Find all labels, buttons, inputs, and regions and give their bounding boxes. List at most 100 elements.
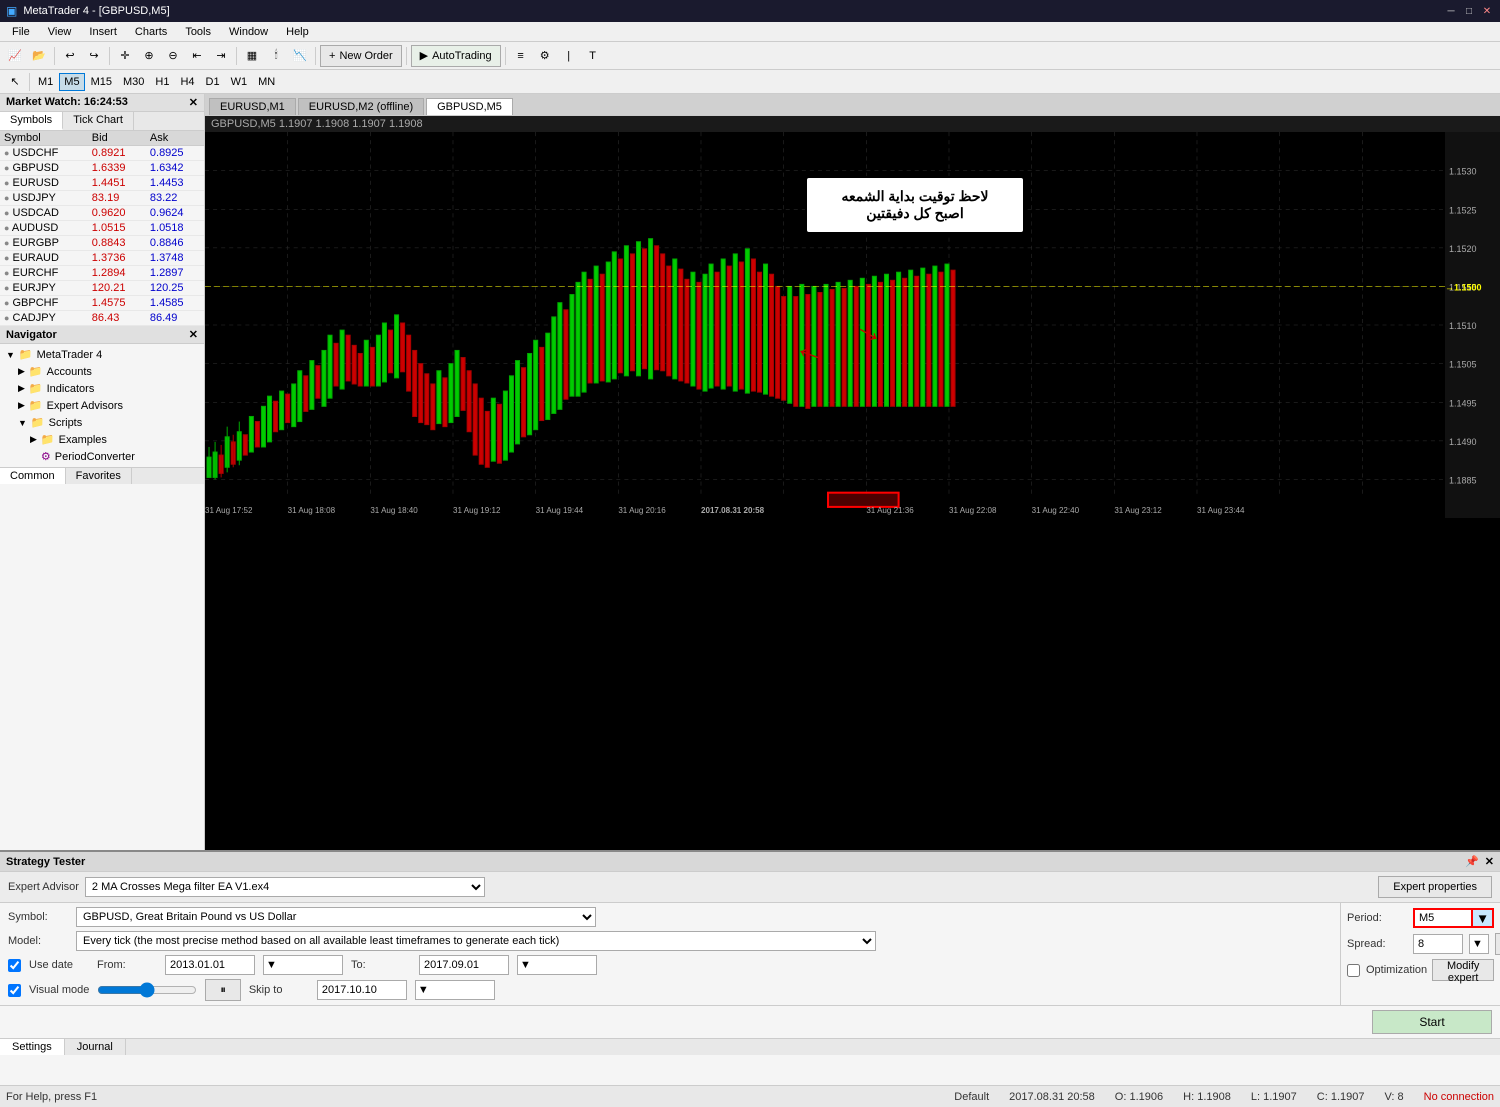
period-input[interactable] [1413,908,1473,928]
chart-type-btn[interactable]: ≡ [510,45,532,67]
start-button[interactable]: Start [1372,1010,1492,1034]
tf-m1[interactable]: M1 [33,73,58,91]
market-watch-close[interactable]: ✕ [189,96,198,109]
modify-expert-button[interactable]: Modify expert [1432,959,1494,981]
redo-btn[interactable]: ↪ [83,45,105,67]
bp-right: Period: ▼ Symbol properties Spread: ▼ Op… [1340,903,1500,1005]
menu-window[interactable]: Window [221,25,276,39]
market-watch-row[interactable]: ● AUDUSD 1.0515 1.0518 [0,221,204,236]
tf-m5[interactable]: M5 [59,73,84,91]
bp-close-icon[interactable]: ✕ [1485,855,1494,868]
spread-input[interactable] [1413,934,1463,954]
to-date-input[interactable] [419,955,509,975]
tf-h4[interactable]: H4 [175,73,199,91]
visual-mode-checkbox[interactable] [8,984,21,997]
zoom-out-btn[interactable]: ⊖ [162,45,184,67]
chart-shift-btn[interactable]: ⇤ [186,45,208,67]
period-sep-btn[interactable]: | [558,45,580,67]
bottom-tab-journal[interactable]: Journal [65,1039,126,1055]
menu-help[interactable]: Help [278,25,317,39]
nav-tab-common[interactable]: Common [0,468,66,484]
line-chart-btn[interactable]: 📉 [289,45,311,67]
symbol-select[interactable]: GBPUSD, Great Britain Pound vs US Dollar [76,907,596,927]
left-panel: Market Watch: 16:24:53 ✕ Symbols Tick Ch… [0,94,205,850]
menu-view[interactable]: View [40,25,80,39]
menu-insert[interactable]: Insert [81,25,125,39]
period-dropdown-btn[interactable]: ▼ [1473,908,1494,928]
tf-w1[interactable]: W1 [226,73,253,91]
cursor-btn[interactable]: ↖ [4,71,26,93]
tree-label-pc: PeriodConverter [55,451,135,463]
expand-icon-ea: ▶ [18,400,25,411]
tf-mn[interactable]: MN [253,73,280,91]
undo-btn[interactable]: ↩ [59,45,81,67]
tab-tick-chart[interactable]: Tick Chart [63,112,134,130]
crosshair-btn[interactable]: ✛ [114,45,136,67]
spread-dropdown[interactable]: ▼ [1469,934,1489,954]
chart-tab-gbpusd-m5[interactable]: GBPUSD,M5 [426,98,513,115]
template-btn[interactable]: T [582,45,604,67]
close-button[interactable]: ✕ [1480,4,1494,18]
chart-tab-eurusd-m2[interactable]: EURUSD,M2 (offline) [298,98,424,115]
tree-scripts[interactable]: ▼ 📁 Scripts [2,414,202,431]
expert-properties-button[interactable]: Expert properties [1378,876,1492,898]
tf-m15[interactable]: M15 [86,73,117,91]
model-select[interactable]: Every tick (the most precise method base… [76,931,876,951]
market-watch-row[interactable]: ● USDCHF 0.8921 0.8925 [0,146,204,161]
chart-auto-btn[interactable]: ⇥ [210,45,232,67]
new-order-button[interactable]: + New Order [320,45,402,67]
menu-charts[interactable]: Charts [127,25,175,39]
pause-button[interactable]: ⏸ [205,979,241,1001]
indicators-btn[interactable]: ⚙ [534,45,556,67]
market-watch-row[interactable]: ● EURCHF 1.2894 1.2897 [0,266,204,281]
bar-chart-btn[interactable]: ▦ [241,45,263,67]
tf-h1[interactable]: H1 [150,73,174,91]
nav-tab-favorites[interactable]: Favorites [66,468,132,484]
svg-text:31 Aug 19:12: 31 Aug 19:12 [453,506,501,515]
open-btn[interactable]: 📂 [28,45,50,67]
chart-tab-eurusd-m1[interactable]: EURUSD,M1 [209,98,296,115]
market-watch-row[interactable]: ● EURUSD 1.4451 1.4453 [0,176,204,191]
menu-tools[interactable]: Tools [177,25,219,39]
candle-btn[interactable]: 🕯 [265,45,287,67]
market-watch-row[interactable]: ● EURJPY 120.21 120.25 [0,281,204,296]
navigator-close[interactable]: ✕ [189,328,198,341]
ea-select[interactable]: 2 MA Crosses Mega filter EA V1.ex4 [85,877,485,897]
tab-symbols[interactable]: Symbols [0,112,63,130]
optimization-checkbox[interactable] [1347,964,1360,977]
from-date-input[interactable] [165,955,255,975]
skip-to-input[interactable] [317,980,407,1000]
autotrading-button[interactable]: ▶ AutoTrading [411,45,501,67]
tree-expert-advisors[interactable]: ▶ 📁 Expert Advisors [2,397,202,414]
market-watch-row[interactable]: ● GBPUSD 1.6339 1.6342 [0,161,204,176]
open-chart-button[interactable]: Open chart [1495,933,1500,955]
tree-examples[interactable]: ▶ 📁 Examples [2,431,202,448]
bp-anchor-icon[interactable]: 📌 [1465,855,1479,868]
to-date-dropdown[interactable]: ▼ [517,955,597,975]
from-date-dropdown[interactable]: ▼ [263,955,343,975]
tf-m30[interactable]: M30 [118,73,149,91]
tree-metatrader4[interactable]: ▼ 📁 MetaTrader 4 [2,346,202,363]
bottom-tab-settings[interactable]: Settings [0,1039,65,1055]
tree-indicators[interactable]: ▶ 📁 Indicators [2,380,202,397]
separator6 [505,47,506,65]
market-watch-row[interactable]: ● CADJPY 86.43 86.49 [0,311,204,326]
zoom-in-btn[interactable]: ⊕ [138,45,160,67]
market-watch-row[interactable]: ● GBPCHF 1.4575 1.4585 [0,296,204,311]
menu-file[interactable]: File [4,25,38,39]
maximize-button[interactable]: □ [1462,4,1476,18]
market-watch-row[interactable]: ● USDCAD 0.9620 0.9624 [0,206,204,221]
market-watch-row[interactable]: ● EURGBP 0.8843 0.8846 [0,236,204,251]
skip-to-dropdown[interactable]: ▼ [415,980,495,1000]
market-watch-row[interactable]: ● EURAUD 1.3736 1.3748 [0,251,204,266]
new-chart-btn[interactable]: 📈 [4,45,26,67]
tree-period-converter[interactable]: ▶ ⚙ PeriodConverter [2,448,202,465]
optimization-label: Optimization [1366,964,1426,976]
tf-d1[interactable]: D1 [201,73,225,91]
folder-icon: 📁 [19,348,33,361]
tree-accounts[interactable]: ▶ 📁 Accounts [2,363,202,380]
market-watch-row[interactable]: ● USDJPY 83.19 83.22 [0,191,204,206]
visual-speed-slider[interactable] [97,982,197,998]
minimize-button[interactable]: ─ [1444,4,1458,18]
use-date-checkbox[interactable] [8,959,21,972]
